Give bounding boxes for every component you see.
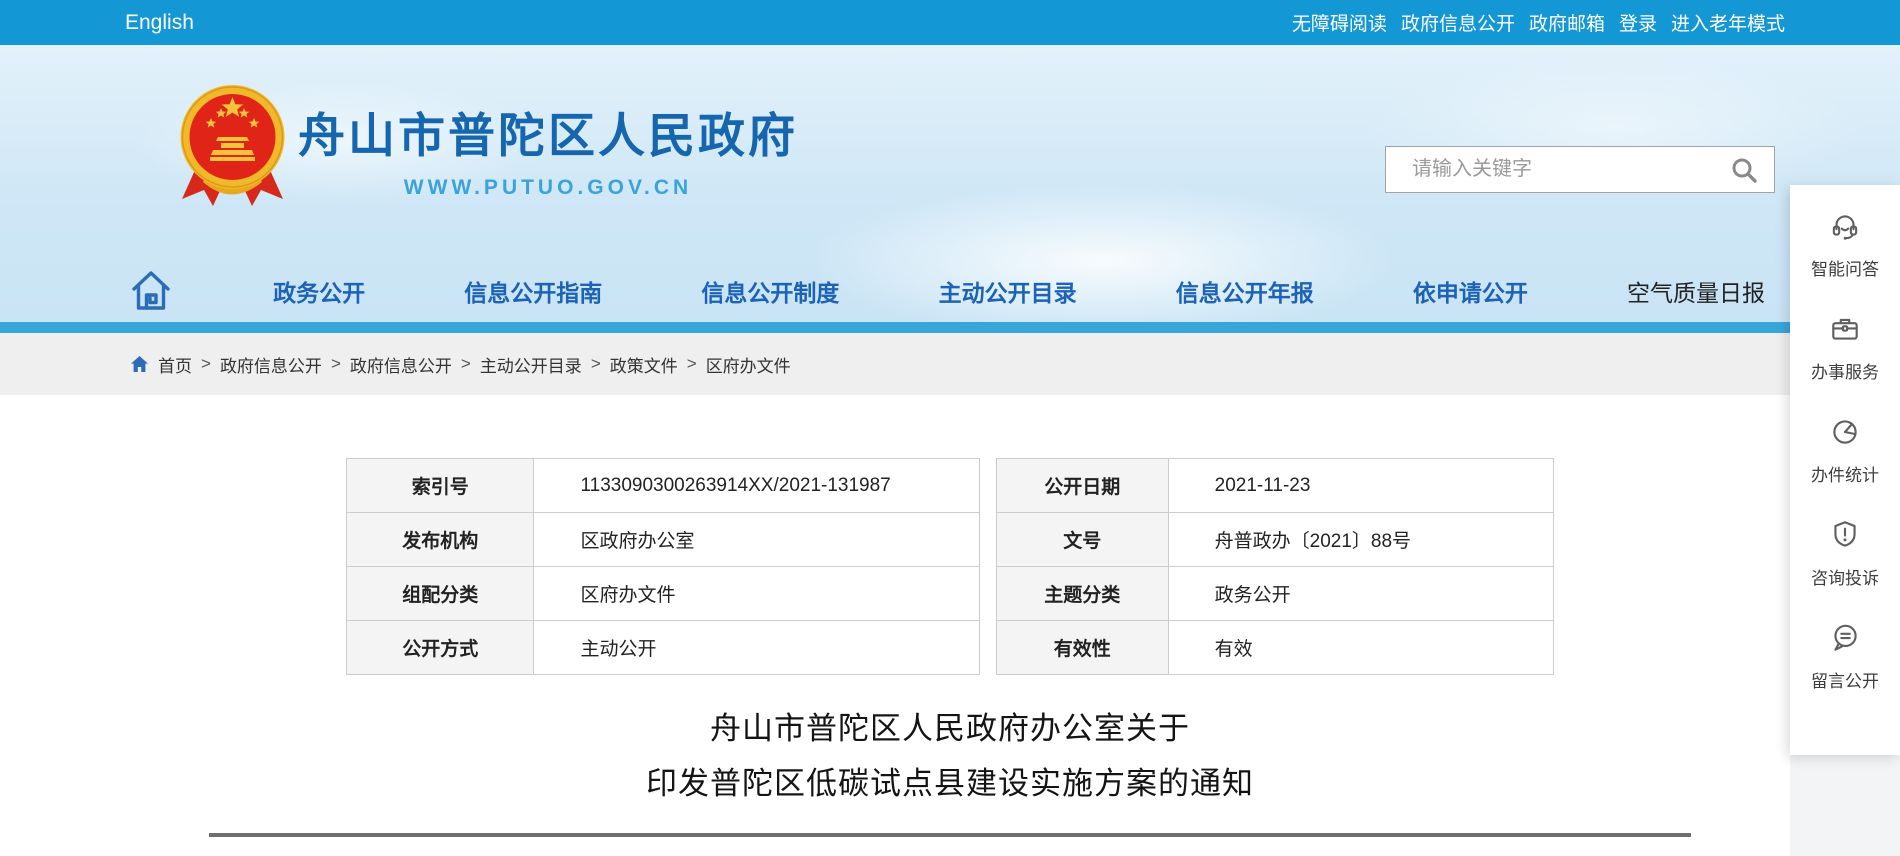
nav-divider-bar — [0, 322, 1900, 333]
meta-value-doc-number: 舟普政办〔2021〕88号 — [1168, 513, 1553, 567]
crumb-separator: > — [461, 354, 471, 374]
english-link[interactable]: English — [125, 11, 194, 34]
table-row: 主题分类 政务公开 — [997, 567, 1554, 621]
table-row: 索引号 1133090300263914XX/2021-131987 — [347, 459, 980, 513]
meta-value-publish-date: 2021-11-23 — [1168, 459, 1553, 513]
crumb-active-catalog[interactable]: 主动公开目录 — [480, 352, 582, 377]
shield-exclamation-icon — [1828, 518, 1862, 557]
meta-value-validity: 有效 — [1168, 621, 1553, 675]
table-row: 公开方式 主动公开 — [347, 621, 980, 675]
breadcrumb: 首页 > 政府信息公开 > 政府信息公开 > 主动公开目录 > 政策文件 > 区… — [0, 333, 1900, 395]
document-meta-tables: 索引号 1133090300263914XX/2021-131987 发布机构 … — [346, 458, 1554, 675]
document-title: 舟山市普陀区人民政府办公室关于 印发普陀区低碳试点县建设实施方案的通知 — [0, 701, 1900, 811]
meta-value-issuer: 区政府办公室 — [534, 513, 980, 567]
site-url: WWW.PUTUO.GOV.CN — [298, 176, 798, 200]
meta-table-right: 公开日期 2021-11-23 文号 舟普政办〔2021〕88号 主题分类 政务… — [996, 458, 1554, 675]
sidebar-item-public-messages[interactable]: 留言公开 — [1811, 621, 1879, 724]
nav-item-gongkai-nianbao[interactable]: 信息公开年报 — [1176, 274, 1314, 308]
document-title-line1: 舟山市普陀区人民政府办公室关于 — [0, 701, 1900, 756]
sidebar-item-label: 咨询投诉 — [1811, 564, 1879, 589]
meta-label-issuer: 发布机构 — [347, 513, 534, 567]
table-row: 文号 舟普政办〔2021〕88号 — [997, 513, 1554, 567]
table-row: 组配分类 区府办文件 — [347, 567, 980, 621]
gov-info-link[interactable]: 政府信息公开 — [1401, 9, 1515, 36]
elder-mode-link[interactable]: 进入老年模式 — [1671, 9, 1785, 36]
sidebar-item-label: 办件统计 — [1811, 461, 1879, 486]
quick-services-panel: 智能问答 办事服务 办件统计 — [1790, 185, 1900, 755]
sidebar-item-label: 留言公开 — [1811, 667, 1879, 692]
crumb-separator: > — [591, 354, 601, 374]
crumb-separator: > — [687, 354, 697, 374]
nav-item-gongkai-zhidu[interactable]: 信息公开制度 — [701, 274, 839, 308]
sidebar-item-complaints[interactable]: 咨询投诉 — [1811, 518, 1879, 621]
site-identity: 舟山市普陀区人民政府 WWW.PUTUO.GOV.CN — [298, 97, 798, 200]
crumb-gov-info-2[interactable]: 政府信息公开 — [350, 352, 452, 377]
search-icon[interactable] — [1728, 154, 1760, 186]
meta-value-category: 区府办文件 — [534, 567, 980, 621]
meta-table-left: 索引号 1133090300263914XX/2021-131987 发布机构 … — [346, 458, 980, 675]
site-header: 舟山市普陀区人民政府 WWW.PUTUO.GOV.CN — [0, 45, 1900, 322]
meta-value-index-no: 1133090300263914XX/2021-131987 — [534, 459, 980, 513]
search-box — [1385, 146, 1775, 193]
meta-label-doc-number: 文号 — [997, 513, 1169, 567]
table-row: 公开日期 2021-11-23 — [997, 459, 1554, 513]
sidebar-item-label: 智能问答 — [1811, 255, 1879, 280]
sidebar-item-label: 办事服务 — [1811, 358, 1879, 383]
page: English 无障碍阅读 政府信息公开 政府邮箱 登录 进入老年模式 — [0, 0, 1900, 856]
speech-bubble-icon — [1828, 621, 1862, 660]
nav-item-air-quality[interactable]: 空气质量日报 — [1627, 274, 1765, 308]
table-row: 发布机构 区政府办公室 — [347, 513, 980, 567]
briefcase-icon — [1828, 312, 1862, 351]
sidebar-item-statistics[interactable]: 办件统计 — [1811, 415, 1879, 518]
meta-label-publicity-method: 公开方式 — [347, 621, 534, 675]
breadcrumb-home-icon[interactable] — [130, 355, 149, 373]
meta-label-category: 组配分类 — [347, 567, 534, 621]
main-nav: 政务公开 信息公开指南 信息公开制度 主动公开目录 信息公开年报 依申请公开 空… — [0, 260, 1900, 322]
nav-item-zhengwugongkai[interactable]: 政务公开 — [273, 274, 365, 308]
login-link[interactable]: 登录 — [1619, 9, 1657, 36]
crumb-home[interactable]: 首页 — [158, 352, 192, 377]
crumb-district-office-files[interactable]: 区府办文件 — [706, 352, 791, 377]
nav-item-yishenqing-gongkai[interactable]: 依申请公开 — [1413, 274, 1528, 308]
crumb-separator: > — [201, 354, 211, 374]
crumb-gov-info-1[interactable]: 政府信息公开 — [220, 352, 322, 377]
sidebar-item-smart-qa[interactable]: 智能问答 — [1811, 209, 1879, 312]
document-title-line2: 印发普陀区低碳试点县建设实施方案的通知 — [0, 756, 1900, 811]
meta-label-publish-date: 公开日期 — [997, 459, 1169, 513]
crumb-separator: > — [331, 354, 341, 374]
meta-label-index-no: 索引号 — [347, 459, 534, 513]
table-row: 有效性 有效 — [997, 621, 1554, 675]
nav-item-zhudong-gongkai-mulu[interactable]: 主动公开目录 — [939, 274, 1077, 308]
document-area: 索引号 1133090300263914XX/2021-131987 发布机构 … — [0, 458, 1900, 837]
sidebar-item-services[interactable]: 办事服务 — [1811, 312, 1879, 415]
headset-icon — [1828, 209, 1862, 248]
title-divider-rule — [209, 833, 1691, 837]
nav-item-gongkai-zhinan[interactable]: 信息公开指南 — [464, 274, 602, 308]
accessibility-link[interactable]: 无障碍阅读 — [1292, 9, 1387, 36]
search-input[interactable] — [1410, 157, 1728, 182]
home-icon[interactable] — [128, 267, 174, 315]
national-emblem-logo — [175, 80, 290, 217]
pie-chart-icon — [1828, 415, 1862, 454]
site-title: 舟山市普陀区人民政府 — [298, 97, 798, 166]
meta-value-topic: 政务公开 — [1168, 567, 1553, 621]
top-utility-bar: English 无障碍阅读 政府信息公开 政府邮箱 登录 进入老年模式 — [0, 0, 1900, 45]
crumb-policy-files[interactable]: 政策文件 — [610, 352, 678, 377]
meta-label-topic: 主题分类 — [997, 567, 1169, 621]
meta-value-publicity-method: 主动公开 — [534, 621, 980, 675]
meta-label-validity: 有效性 — [997, 621, 1169, 675]
gov-mail-link[interactable]: 政府邮箱 — [1529, 9, 1605, 36]
